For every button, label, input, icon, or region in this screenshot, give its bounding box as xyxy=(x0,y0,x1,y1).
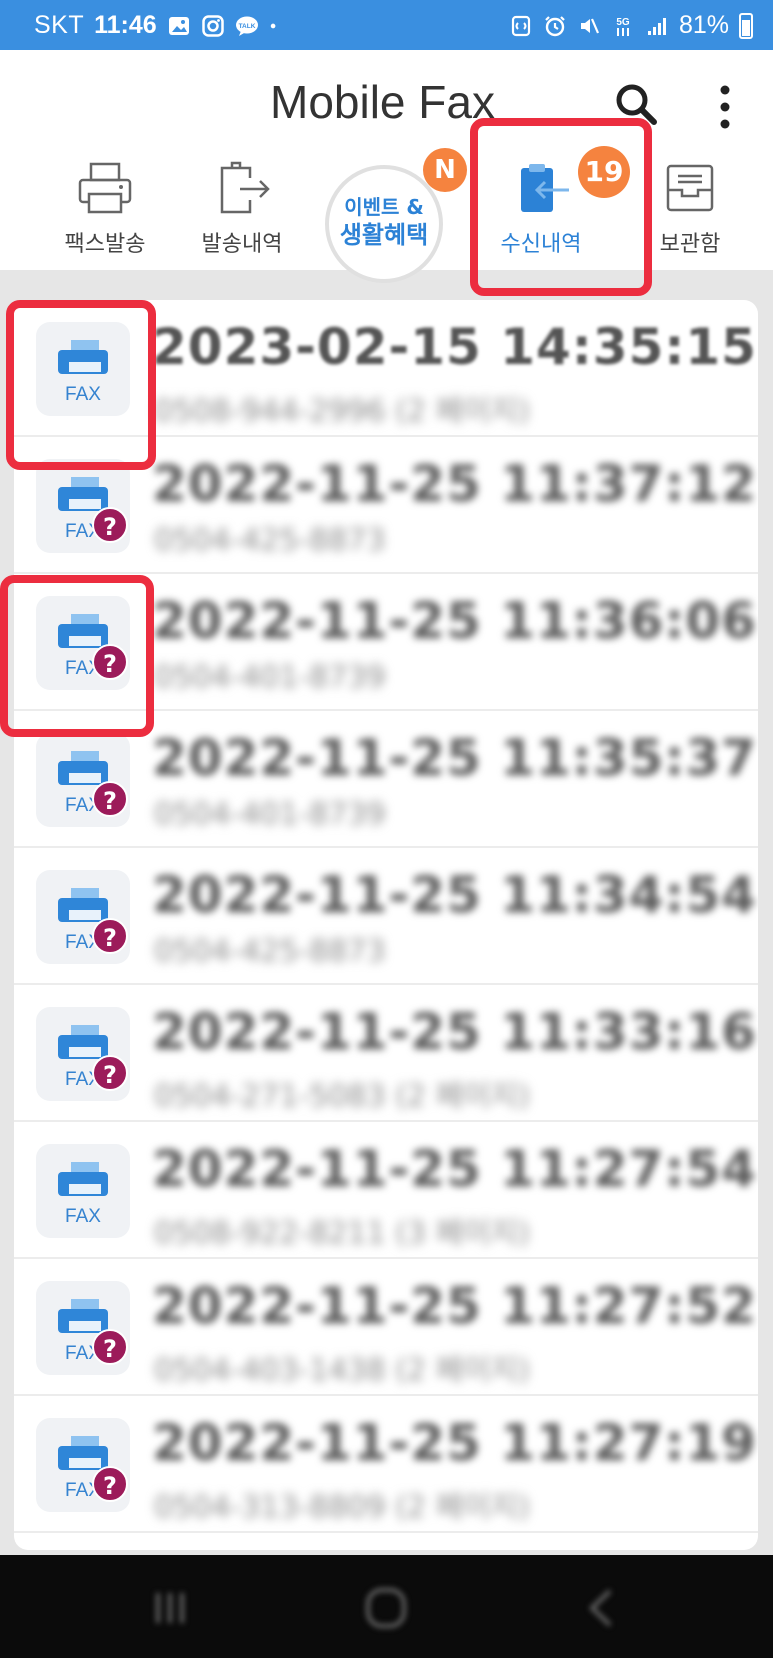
list-item[interactable]: FAX ? 2022-11-25 11:27:19 0504-313-8809 … xyxy=(14,1396,758,1533)
list-item[interactable]: FAX ? 2022-11-25 11:27:52 0504-403-1438 … xyxy=(14,1259,758,1396)
fax-thumbnail: FAX ? xyxy=(36,1418,130,1512)
fax-received-list: FAX 2023-02-15 14:35:15 0508-944-2996 (2… xyxy=(14,300,758,1550)
kakaotalk-icon: TALK xyxy=(235,16,258,36)
received-date: 2022-11-25 11:35:37 xyxy=(152,729,757,787)
battery-icon xyxy=(739,12,753,39)
unknown-status-icon: ? xyxy=(92,1466,128,1502)
sender-number: 0504-425-8873 xyxy=(154,934,386,969)
more-menu-icon[interactable] xyxy=(712,82,738,132)
received-date: 2022-11-25 11:27:54 xyxy=(152,1140,757,1198)
fax-thumbnail: FAX ? xyxy=(36,1007,130,1101)
received-date: 2022-11-25 11:36:06 xyxy=(152,592,757,650)
mute-icon xyxy=(580,18,599,33)
sender-number: 0504-313-8809 (2 페이지) xyxy=(154,1490,530,1525)
tab-label: 발송내역 xyxy=(201,232,283,257)
highlight-fax-icon xyxy=(6,300,156,470)
signal-icon xyxy=(647,17,666,35)
app-title: Mobile Fax xyxy=(270,76,495,128)
alarm-icon xyxy=(545,15,565,36)
sender-number: 0504-401-8739 xyxy=(154,660,386,695)
list-item[interactable]: FAX ? 2022-11-25 11:34:54 0504-425-8873 xyxy=(14,848,758,985)
clock: 11:46 xyxy=(94,11,157,39)
fax-thumbnail: FAX ? xyxy=(36,870,130,964)
system-nav-bar xyxy=(0,1555,773,1658)
sender-number: 0508-922-8211 (3 페이지) xyxy=(154,1216,530,1251)
sender-number: 0504-403-1438 (2 페이지) xyxy=(154,1353,530,1388)
back-icon[interactable] xyxy=(572,1585,632,1631)
list-item[interactable]: FAX ? 2022-11-25 11:33:16 0504-271-5083 … xyxy=(14,985,758,1122)
received-date: 2023-02-15 14:35:15 xyxy=(152,318,757,376)
sender-number: 0504-425-8873 xyxy=(154,523,386,558)
svg-text:TALK: TALK xyxy=(238,23,255,30)
highlight-unknown-fax-icon xyxy=(0,575,154,737)
home-icon[interactable] xyxy=(356,1585,416,1631)
svg-text:5G: 5G xyxy=(616,17,630,28)
fax-thumbnail: FAX ? xyxy=(36,459,130,553)
received-date: 2022-11-25 11:27:19 xyxy=(152,1414,757,1472)
unknown-status-icon: ? xyxy=(92,781,128,817)
status-bar: SKT 11:46 TALK 5G 81% xyxy=(0,0,773,50)
printer-icon xyxy=(78,162,132,214)
nfc-icon xyxy=(511,15,531,36)
unknown-status-icon: ? xyxy=(92,507,128,543)
gallery-icon xyxy=(168,16,189,35)
sender-number: 0504-271-5083 (2 페이지) xyxy=(154,1079,530,1114)
list-item[interactable]: FAX 2022-11-25 11:27:54 0508-922-8211 (3… xyxy=(14,1122,758,1259)
event-line-2: 생활혜택 xyxy=(339,221,429,249)
tab-sent-history[interactable]: 발송내역 xyxy=(167,160,317,258)
sender-number: 0508-944-2996 (2 페이지) xyxy=(154,394,530,429)
tab-fax-send[interactable]: 팩스발송 xyxy=(30,160,180,258)
dot-icon xyxy=(270,23,276,28)
received-date: 2022-11-25 11:33:16 xyxy=(152,1003,757,1061)
outbox-icon xyxy=(220,161,270,214)
sender-number: 0504-401-8739 xyxy=(154,797,386,832)
highlight-received-tab xyxy=(470,118,652,296)
new-badge: N xyxy=(423,148,467,192)
tab-label: 팩스발송 xyxy=(64,232,146,257)
battery-percent: 81% xyxy=(678,11,729,39)
unknown-status-icon: ? xyxy=(92,918,128,954)
fax-label: FAX xyxy=(65,1206,101,1227)
instagram-icon xyxy=(201,14,224,37)
app-header: Mobile Fax 팩스발송 발송내역 이벤트 & 생활혜택 N 수신내역 1… xyxy=(0,50,773,283)
received-date: 2022-11-25 11:27:52 xyxy=(152,1277,757,1335)
received-date: 2022-11-25 11:37:12 xyxy=(152,455,757,513)
unknown-status-icon: ? xyxy=(92,1055,128,1091)
fax-thumbnail: FAX ? xyxy=(36,1281,130,1375)
fax-thumbnail: FAX xyxy=(36,1144,130,1238)
5g-icon: 5G xyxy=(616,17,630,36)
event-line-1: 이벤트 & xyxy=(344,195,424,219)
carrier-label: SKT xyxy=(34,11,85,39)
event-benefits-button[interactable]: 이벤트 & 생활혜택 xyxy=(325,165,443,283)
unknown-status-icon: ? xyxy=(92,1329,128,1365)
recent-apps-icon[interactable] xyxy=(140,1585,200,1631)
fax-thumbnail: FAX ? xyxy=(36,733,130,827)
received-date: 2022-11-25 11:34:54 xyxy=(152,866,757,924)
archive-icon xyxy=(666,164,714,212)
